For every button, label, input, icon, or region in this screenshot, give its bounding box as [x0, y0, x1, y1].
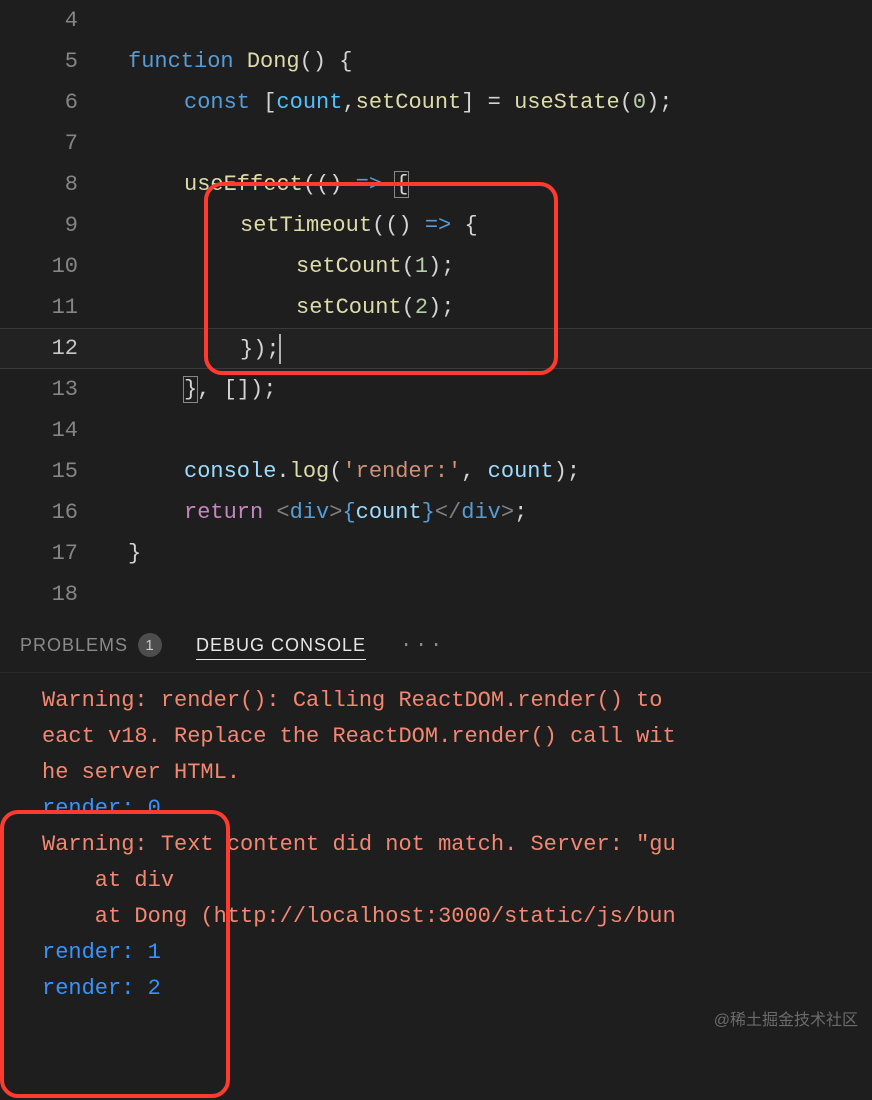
line-number: 12	[0, 336, 108, 361]
code-content: });	[108, 334, 872, 364]
code-line[interactable]: 14	[0, 410, 872, 451]
code-content: }	[108, 541, 872, 566]
problems-badge: 1	[138, 633, 162, 657]
console-line: he server HTML.	[0, 755, 872, 791]
line-number: 11	[0, 295, 108, 320]
tab-problems[interactable]: PROBLEMS 1	[20, 633, 162, 657]
line-number: 17	[0, 541, 108, 566]
tab-debug-console[interactable]: DEBUG CONSOLE	[196, 635, 366, 660]
code-content: setCount(1);	[108, 254, 872, 279]
code-line[interactable]: 15console.log('render:', count);	[0, 451, 872, 492]
code-editor[interactable]: 45function Dong() {6const [count,setCoun…	[0, 0, 872, 618]
code-line[interactable]: 5function Dong() {	[0, 41, 872, 82]
line-number: 4	[0, 8, 108, 33]
code-line[interactable]: 12});	[0, 328, 872, 369]
code-content: setCount(2);	[108, 295, 872, 320]
text-cursor	[279, 334, 281, 364]
console-line: render: 0	[0, 791, 872, 827]
debug-console-output[interactable]: Warning: render(): Calling ReactDOM.rend…	[0, 673, 872, 1007]
tab-debug-label: DEBUG CONSOLE	[196, 635, 366, 656]
tabs-overflow-icon[interactable]: ···	[400, 634, 445, 657]
line-number: 10	[0, 254, 108, 279]
console-line: Warning: Text content did not match. Ser…	[0, 827, 872, 863]
console-line: Warning: render(): Calling ReactDOM.rend…	[0, 683, 872, 719]
watermark: @稀土掘金技术社区	[714, 1006, 858, 1030]
console-line: render: 1	[0, 935, 872, 971]
console-line: at div	[0, 863, 872, 899]
code-content: }, []);	[108, 377, 872, 402]
code-line[interactable]: 17}	[0, 533, 872, 574]
code-content: function Dong() {	[108, 49, 872, 74]
line-number: 7	[0, 131, 108, 156]
panel-tabs: PROBLEMS 1 DEBUG CONSOLE ···	[0, 618, 872, 673]
line-number: 18	[0, 582, 108, 607]
line-number: 15	[0, 459, 108, 484]
line-number: 14	[0, 418, 108, 443]
line-number: 8	[0, 172, 108, 197]
code-line[interactable]: 9setTimeout(() => {	[0, 205, 872, 246]
code-content: setTimeout(() => {	[108, 213, 872, 238]
code-line[interactable]: 8useEffect(() => {	[0, 164, 872, 205]
code-content: console.log('render:', count);	[108, 459, 872, 484]
code-line[interactable]: 18	[0, 574, 872, 615]
code-line[interactable]: 11setCount(2);	[0, 287, 872, 328]
console-line: at Dong (http://localhost:3000/static/js…	[0, 899, 872, 935]
line-number: 5	[0, 49, 108, 74]
code-line[interactable]: 16return <div>{count}</div>;	[0, 492, 872, 533]
code-line[interactable]: 7	[0, 123, 872, 164]
code-content: const [count,setCount] = useState(0);	[108, 90, 872, 115]
code-line[interactable]: 13}, []);	[0, 369, 872, 410]
line-number: 13	[0, 377, 108, 402]
code-line[interactable]: 10setCount(1);	[0, 246, 872, 287]
code-content: return <div>{count}</div>;	[108, 500, 872, 525]
tab-problems-label: PROBLEMS	[20, 635, 128, 656]
console-line: eact v18. Replace the ReactDOM.render() …	[0, 719, 872, 755]
code-line[interactable]: 6const [count,setCount] = useState(0);	[0, 82, 872, 123]
console-line: render: 2	[0, 971, 872, 1007]
code-content: useEffect(() => {	[108, 172, 872, 197]
code-line[interactable]: 4	[0, 0, 872, 41]
line-number: 16	[0, 500, 108, 525]
line-number: 9	[0, 213, 108, 238]
line-number: 6	[0, 90, 108, 115]
